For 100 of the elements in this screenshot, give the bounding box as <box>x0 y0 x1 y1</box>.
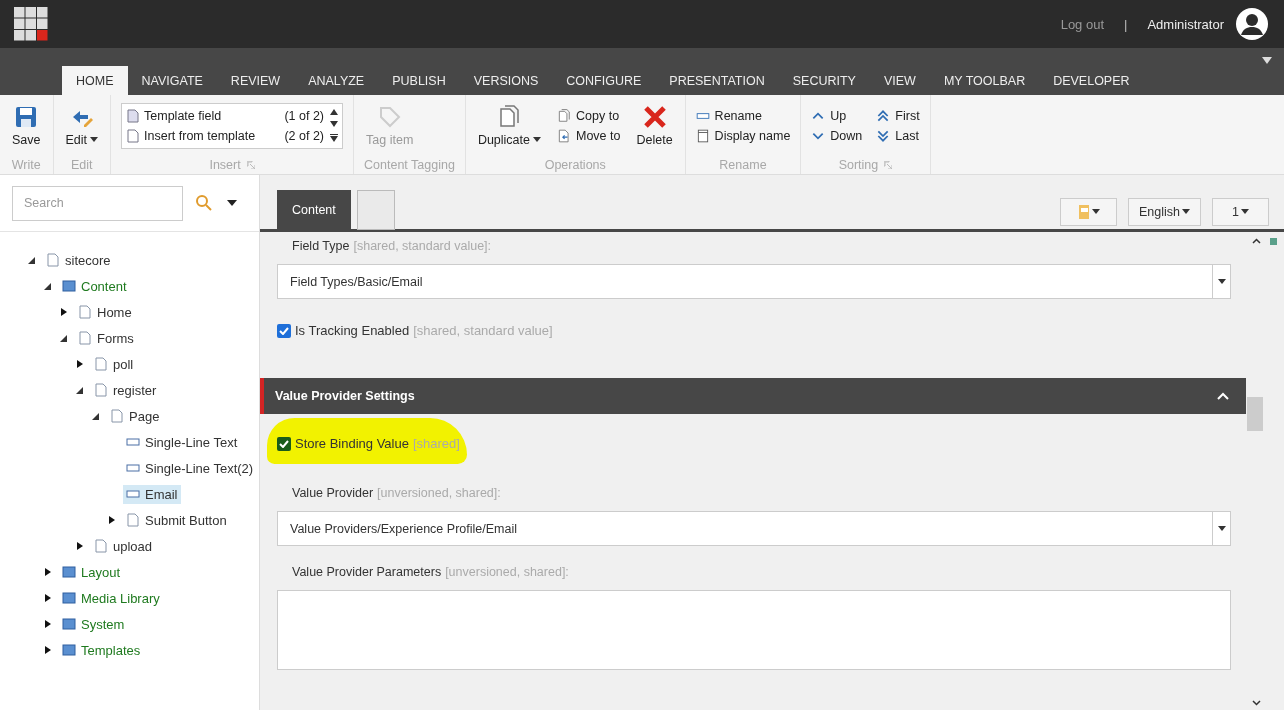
gallery-item[interactable]: Insert from template (2 of 2) <box>126 128 331 143</box>
field-icon <box>126 461 140 475</box>
document-icon <box>46 253 60 267</box>
editor-tab[interactable]: Content <box>277 190 351 230</box>
expand-arrow-icon[interactable] <box>44 568 51 576</box>
ribbon-tab[interactable]: HOME <box>62 66 128 95</box>
tree-item[interactable]: System <box>59 614 128 634</box>
ribbon-button[interactable]: Display name <box>695 127 791 144</box>
tree-item[interactable]: Single-Line Text <box>123 432 241 452</box>
expand-arrow-icon[interactable] <box>108 516 115 524</box>
expand-arrow-icon[interactable] <box>60 308 67 316</box>
ribbon-tab[interactable]: PRESENTATION <box>655 66 779 95</box>
tree-item[interactable]: Page <box>107 406 163 426</box>
logout-link[interactable]: Log out <box>1060 16 1105 32</box>
expand-gallery-icon[interactable] <box>330 134 339 143</box>
field-icon <box>126 487 140 501</box>
caret-icon <box>1240 209 1249 214</box>
ribbon-button[interactable]: Edit <box>63 100 101 151</box>
ribbon-button[interactable]: Delete <box>634 100 675 151</box>
collapse-arrow-icon[interactable] <box>28 256 35 264</box>
dropdown-field[interactable]: Value Providers/Experience Profile/Email <box>277 511 1231 546</box>
caret-icon <box>1217 279 1226 284</box>
document-icon <box>126 128 140 143</box>
ribbon-tab[interactable]: VERSIONS <box>459 66 553 95</box>
tree-item[interactable]: poll <box>91 354 137 374</box>
checkbox-label: Store Binding Value <box>295 436 409 451</box>
document-icon <box>94 383 108 397</box>
dropdown-field[interactable]: Field Types/Basic/Email <box>277 264 1231 299</box>
tree-item[interactable]: Layout <box>59 562 124 582</box>
scroll-up-icon[interactable] <box>1252 238 1261 244</box>
copy-icon <box>557 108 571 123</box>
ribbon-tab[interactable]: VIEW <box>869 66 930 95</box>
folder-icon <box>62 591 76 605</box>
window-icon <box>695 128 710 143</box>
tree-item[interactable]: upload <box>91 536 156 556</box>
ribbon-tab[interactable]: SECURITY <box>778 66 870 95</box>
ribbon-tab[interactable]: MY TOOLBAR <box>929 66 1040 95</box>
ribbon-button[interactable]: Move to <box>557 127 621 144</box>
field-label: Value Provider <box>292 486 374 500</box>
field-hint: [unversioned, shared]: <box>377 486 501 500</box>
collapse-arrow-icon[interactable] <box>92 412 99 420</box>
section-header[interactable]: Value Provider Settings <box>260 378 1246 414</box>
ribbon-button[interactable]: Down <box>811 127 863 144</box>
tree-item[interactable]: Content <box>59 276 130 296</box>
separator: | <box>1124 16 1128 32</box>
collapse-arrow-icon[interactable] <box>44 282 51 290</box>
expand-arrow-icon[interactable] <box>76 360 83 368</box>
ribbon-button[interactable]: Rename <box>695 107 791 124</box>
expand-arrow-icon[interactable] <box>44 594 51 602</box>
ribbon-tab[interactable]: NAVIGATE <box>127 66 217 95</box>
version-dropdown[interactable]: 1 <box>1212 197 1269 226</box>
checkbox[interactable] <box>277 323 291 338</box>
tree-item[interactable]: Media Library <box>59 588 163 608</box>
folder-icon <box>62 279 76 293</box>
scroll-up-icon[interactable] <box>330 108 339 115</box>
ribbon-tab[interactable]: CONFIGURE <box>552 66 656 95</box>
tree-item[interactable]: Forms <box>75 328 137 348</box>
document-icon <box>110 409 124 423</box>
tree-item[interactable]: sitecore <box>43 250 114 270</box>
ribbon-button[interactable]: Up <box>811 107 863 124</box>
caret-icon[interactable] <box>1262 57 1272 64</box>
field-icon <box>126 435 140 449</box>
ribbon-tab[interactable]: ANALYZE <box>294 66 379 95</box>
tree-item[interactable]: register <box>91 380 160 400</box>
scrollbar-thumb[interactable] <box>1247 397 1263 431</box>
tree-item[interactable]: Submit Button <box>123 510 230 530</box>
tree-item[interactable]: Templates <box>59 640 144 660</box>
tag-icon <box>377 104 402 129</box>
ribbon-button[interactable]: Last <box>876 127 920 144</box>
gallery-item[interactable]: Template field (1 of 2) <box>126 108 331 123</box>
status-indicator <box>1270 238 1277 245</box>
ribbon-button[interactable]: First <box>876 107 920 124</box>
tree-item[interactable]: Email <box>123 484 181 504</box>
scroll-down-icon[interactable] <box>1252 700 1261 706</box>
ribbon-tab[interactable]: DEVELOPER <box>1039 66 1144 95</box>
folder-icon <box>62 565 76 579</box>
ribbon-button[interactable]: Duplicate <box>475 100 543 151</box>
expand-arrow-icon[interactable] <box>76 542 83 550</box>
notebook-icon <box>1077 204 1090 219</box>
avatar-icon[interactable] <box>1236 8 1268 40</box>
ribbon-button[interactable]: Save <box>10 100 43 151</box>
group-label: Content Tagging <box>364 158 455 172</box>
ribbon-tab[interactable]: PUBLISH <box>378 66 460 95</box>
tree-item[interactable]: Single-Line Text(2) <box>123 458 257 478</box>
collapse-arrow-icon[interactable] <box>60 334 67 342</box>
tree-item[interactable]: Home <box>75 302 135 322</box>
document-icon <box>94 539 108 553</box>
move-icon <box>557 128 571 143</box>
expand-arrow-icon[interactable] <box>44 646 51 654</box>
double-chevron-down-icon <box>876 128 891 143</box>
app-grid-logo[interactable] <box>14 7 48 41</box>
search-field[interactable]: Search <box>12 185 183 221</box>
version-dropdown[interactable]: English <box>1128 197 1201 226</box>
collapse-arrow-icon[interactable] <box>76 386 83 394</box>
expand-arrow-icon[interactable] <box>44 620 51 628</box>
scroll-down-icon[interactable] <box>330 121 339 128</box>
ribbon-tab[interactable]: REVIEW <box>216 66 295 95</box>
caret-icon <box>1182 209 1190 214</box>
ribbon-button[interactable]: Copy to <box>557 107 621 124</box>
caret-icon[interactable] <box>225 198 239 208</box>
